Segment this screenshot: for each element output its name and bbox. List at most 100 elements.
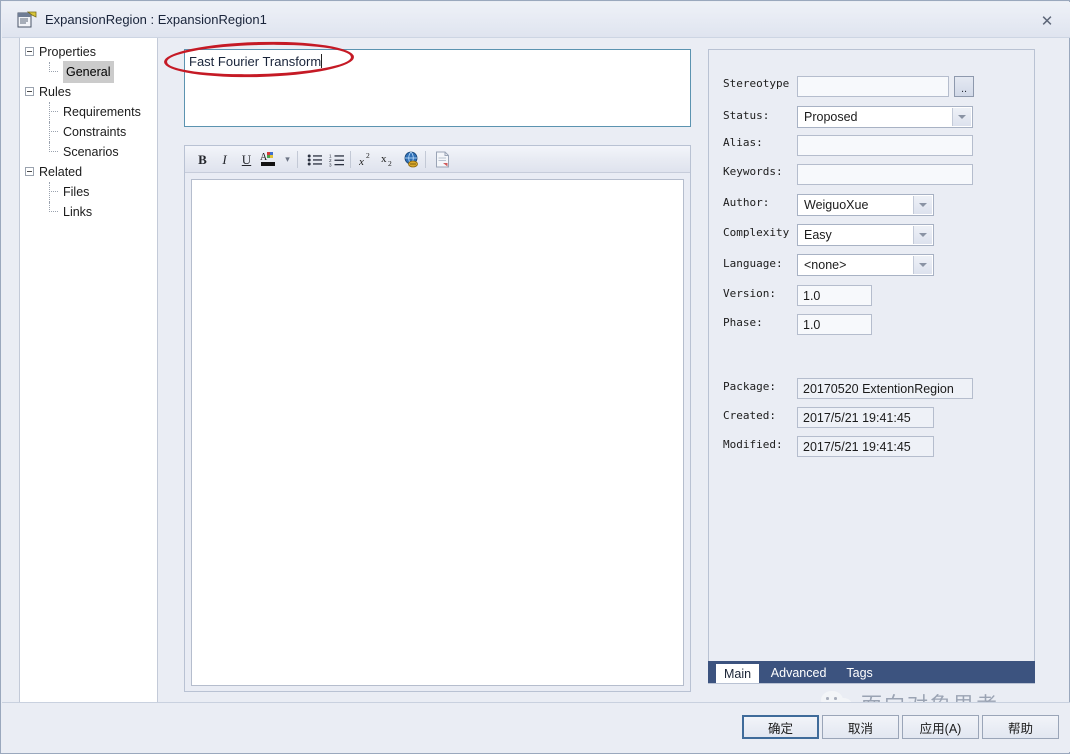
name-input-value: Fast Fourier Transform	[189, 54, 323, 69]
created-value: 2017/5/21 19:41:45	[803, 410, 911, 425]
tree-item-label: Links	[63, 205, 93, 219]
apply-button[interactable]: 应用(A)	[902, 715, 979, 739]
properties-dialog: ExpansionRegion : ExpansionRegion1 ✕ Pro…	[0, 0, 1070, 754]
chevron-down-icon[interactable]	[913, 196, 932, 214]
tree-collapse-icon[interactable]	[25, 167, 34, 176]
stereotype-label: Stereotype	[723, 77, 790, 90]
tree-collapse-icon[interactable]	[25, 87, 34, 96]
chevron-down-icon[interactable]	[952, 108, 971, 126]
help-button[interactable]: 帮助	[982, 715, 1059, 739]
svg-text:x: x	[359, 156, 364, 167]
tree-item-requirements[interactable]: Requirements	[20, 102, 157, 122]
bulleted-list-icon[interactable]	[304, 149, 325, 170]
status-value: Proposed	[804, 110, 858, 124]
package-input: 20170520 ExtentionRegion	[797, 378, 973, 399]
modified-value: 2017/5/21 19:41:45	[803, 439, 911, 454]
tree-item-label: Rules	[39, 85, 71, 99]
tree-connector-dash	[49, 111, 58, 113]
chevron-down-icon[interactable]	[913, 256, 932, 274]
superscript-icon[interactable]: x 2	[357, 149, 378, 170]
language-label: Language:	[723, 257, 783, 270]
tree-item-scenarios[interactable]: Scenarios	[20, 142, 157, 162]
underline-icon[interactable]: U	[236, 149, 257, 170]
complexity-value: Easy	[804, 228, 832, 242]
version-input[interactable]: 1.0	[797, 285, 872, 306]
alias-label: Alias:	[723, 136, 763, 149]
tree-item-label: Files	[63, 185, 90, 199]
package-label: Package:	[723, 380, 776, 393]
author-label: Author:	[723, 196, 770, 209]
complexity-select[interactable]: Easy	[797, 224, 934, 246]
tree-item-general[interactable]: General	[20, 61, 157, 83]
tree-item-related[interactable]: Related	[20, 162, 157, 182]
tree-connector-dash	[49, 131, 58, 133]
tree-item-label: Scenarios	[63, 145, 119, 159]
name-input-text: Fast Fourier Transform	[189, 54, 322, 69]
stereotype-input[interactable]	[797, 76, 949, 97]
properties-form-panel: Stereotype.. Status: Proposed Alias: Keyword…	[708, 49, 1035, 684]
tree-item-label: Related	[39, 165, 83, 179]
svg-text:A: A	[260, 152, 268, 163]
tab-main[interactable]: Main	[716, 664, 760, 683]
notes-editor-panel: B I U A ▾ 1 2 3 x 2 x 2	[184, 145, 691, 692]
subscript-icon[interactable]: x 2	[379, 149, 400, 170]
keywords-label: Keywords:	[723, 165, 783, 178]
author-select[interactable]: WeiguoXue	[797, 194, 934, 216]
tree-connector-dash	[49, 191, 58, 193]
created-label: Created:	[723, 409, 776, 422]
title-bar: ExpansionRegion : ExpansionRegion1 ✕	[2, 2, 1070, 38]
package-value: 20170520 ExtentionRegion	[803, 381, 954, 396]
complexity-label: Complexity	[723, 226, 790, 239]
tree-item-properties[interactable]: Properties	[20, 42, 157, 62]
language-select[interactable]: <none>	[797, 254, 934, 276]
language-value: <none>	[804, 258, 847, 272]
tree-connector-dash	[49, 211, 58, 213]
ok-button[interactable]: 确定	[742, 715, 819, 739]
notes-text-area[interactable]	[191, 179, 684, 686]
bold-icon[interactable]: B	[192, 149, 213, 170]
keywords-input[interactable]	[797, 164, 973, 185]
italic-icon[interactable]: I	[214, 149, 235, 170]
numbered-list-icon[interactable]: 1 2 3	[326, 149, 347, 170]
toolbar-separator-2	[350, 151, 351, 168]
stereotype-browse-button[interactable]: ..	[954, 76, 974, 97]
insert-document-icon[interactable]	[432, 149, 453, 170]
phase-input[interactable]: 1.0	[797, 314, 872, 335]
toolbar-separator-1	[297, 151, 298, 168]
tree-collapse-icon[interactable]	[25, 47, 34, 56]
font-color-icon[interactable]: A	[258, 149, 279, 170]
tree-item-rules[interactable]: Rules	[20, 82, 157, 102]
version-label: Version:	[723, 287, 776, 300]
cancel-button[interactable]: 取消	[822, 715, 899, 739]
created-input: 2017/5/21 19:41:45	[797, 407, 934, 428]
svg-text:x: x	[381, 153, 387, 165]
name-input[interactable]: Fast Fourier Transform	[184, 49, 691, 127]
hyperlink-globe-icon[interactable]	[401, 149, 422, 170]
rich-text-toolbar: B I U A ▾ 1 2 3 x 2 x 2	[185, 146, 690, 173]
window-title: ExpansionRegion : ExpansionRegion1	[45, 12, 267, 27]
phase-value: 1.0	[803, 317, 821, 332]
tab-tags[interactable]: Tags	[838, 663, 880, 683]
dialog-footer: 确定 取消 应用(A) 帮助	[2, 702, 1070, 752]
status-label: Status:	[723, 109, 770, 122]
svg-text:2: 2	[388, 159, 392, 167]
toolbar-separator-3	[425, 151, 426, 168]
status-select[interactable]: Proposed	[797, 106, 973, 128]
modified-label: Modified:	[723, 438, 783, 451]
alias-input[interactable]	[797, 135, 973, 156]
properties-document-icon	[17, 11, 37, 29]
chevron-down-icon[interactable]	[913, 226, 932, 244]
tree-item-links[interactable]: Links	[20, 202, 157, 222]
chevron-down-icon[interactable]: ▾	[277, 149, 298, 170]
author-value: WeiguoXue	[804, 198, 869, 212]
modified-input: 2017/5/21 19:41:45	[797, 436, 934, 457]
tree-item-label: Requirements	[63, 105, 141, 119]
tree-connector-dash	[49, 151, 58, 153]
phase-label: Phase:	[723, 316, 763, 329]
tree-item-files[interactable]: Files	[20, 182, 157, 202]
close-icon[interactable]: ✕	[1034, 10, 1060, 32]
tree-connector-dash	[49, 71, 58, 73]
tab-strip: Main Advanced Tags	[708, 661, 1035, 683]
tab-advanced[interactable]: Advanced	[763, 663, 835, 683]
tree-item-constraints[interactable]: Constraints	[20, 122, 157, 142]
